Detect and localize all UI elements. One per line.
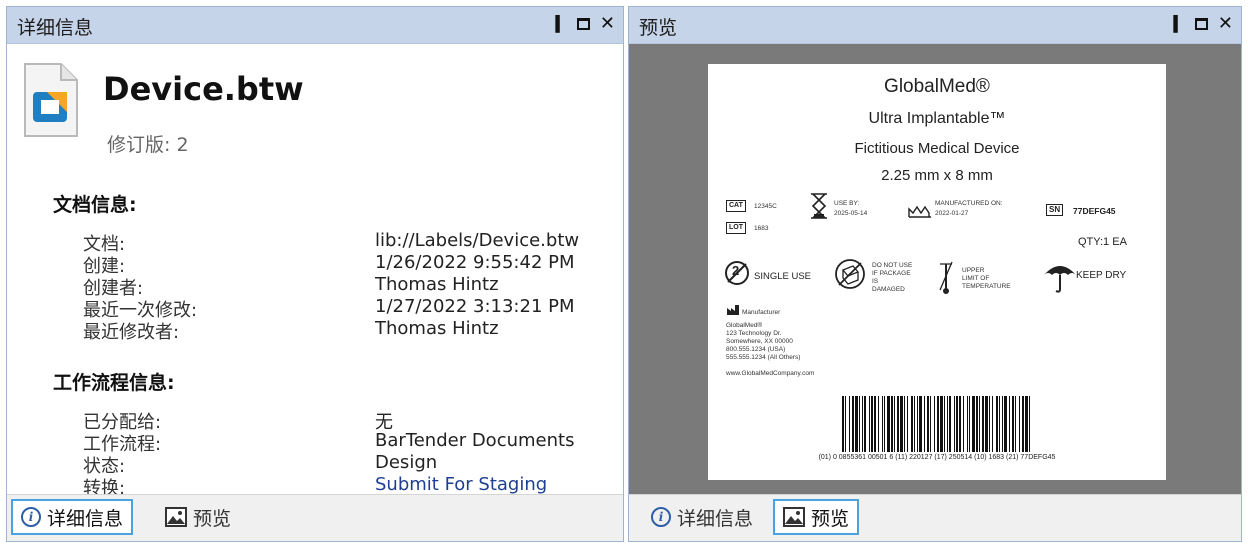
label-brand: GlobalMed® xyxy=(884,76,990,97)
maximize-icon[interactable] xyxy=(576,18,590,30)
temp-line-3: TEMPERATURE xyxy=(962,283,1011,290)
damaged-line-4: DAMAGED xyxy=(872,286,905,293)
do-not-use-damaged-icon xyxy=(835,259,865,289)
umbrella-icon xyxy=(1044,266,1076,293)
address-line: 555.555.1234 (All Others) xyxy=(726,354,801,361)
manufactured-label: MANUFACTURED ON: xyxy=(935,200,1003,207)
tab-details[interactable]: i 详细信息 xyxy=(11,499,134,535)
single-use-text: SINGLE USE xyxy=(754,271,812,282)
submit-for-staging-link[interactable]: Submit For Staging xyxy=(375,474,547,495)
lot-value: 1683 xyxy=(754,225,769,232)
details-tabbar: i 详细信息 预览 xyxy=(7,494,623,541)
barcode xyxy=(842,396,1030,452)
tab-preview[interactable]: 预览 xyxy=(773,499,860,535)
label-product: Ultra Implantable™ xyxy=(868,110,1006,127)
file-name: Device.btw xyxy=(103,70,304,108)
doc-info-value: lib://Labels/Device.btw xyxy=(375,230,580,251)
temp-line-2: LIMIT OF xyxy=(962,275,990,282)
maximize-icon[interactable] xyxy=(1194,18,1208,30)
address-line: www.GlobalMedCompany.com xyxy=(726,370,815,377)
info-icon: i xyxy=(21,507,41,527)
details-window-controls: ▍ ✕ xyxy=(555,13,615,35)
doc-info-title: 文档信息: xyxy=(53,194,137,216)
label-preview: GlobalMed® Ultra Implantable™ Fictitious… xyxy=(708,64,1166,480)
preview-canvas: GlobalMed® Ultra Implantable™ Fictitious… xyxy=(629,44,1241,495)
use-by-label: USE BY: xyxy=(834,200,860,207)
doc-info-value: 1/27/2022 3:13:21 PM xyxy=(375,296,575,317)
preview-icon xyxy=(783,507,805,527)
pin-icon[interactable]: ▍ xyxy=(555,13,567,35)
revision-label: 修订版: 2 xyxy=(107,134,189,156)
preview-panel: 预览 ▍ ✕ GlobalMed® Ultra Implantable™ Fic… xyxy=(628,6,1242,542)
preview-tabbar: i 详细信息 预览 xyxy=(629,494,1241,541)
workflow-value: BarTender Documents xyxy=(375,430,575,451)
label-subtitle: Fictitious Medical Device xyxy=(854,140,1020,157)
manufactured-icon xyxy=(908,205,931,218)
address-line: 800.555.1234 (USA) xyxy=(726,346,786,353)
manufacturer-label: Manufacturer xyxy=(742,309,781,316)
doc-info-row: 最近一次修改: 1/27/2022 3:13:21 PM xyxy=(83,296,603,321)
temp-line-1: UPPER xyxy=(962,267,985,274)
single-use-number: 2 xyxy=(732,263,740,278)
label-size: 2.25 mm x 8 mm xyxy=(881,167,993,184)
doc-info-value: 1/26/2022 9:55:42 PM xyxy=(375,252,575,273)
preview-icon xyxy=(165,507,187,527)
cat-value: 12345C xyxy=(754,203,777,210)
lot-tag: LOT xyxy=(726,222,746,234)
use-by-value: 2025-05-14 xyxy=(834,210,868,217)
sn-tag: SN xyxy=(1046,204,1064,216)
doc-info-row: 创建者: Thomas Hintz xyxy=(83,274,603,299)
address-line: GlobalMed® xyxy=(726,322,763,329)
tab-preview-label: 预览 xyxy=(193,507,232,530)
preview-titlebar: 预览 ▍ ✕ xyxy=(629,7,1241,44)
preview-content: GlobalMed® Ultra Implantable™ Fictitious… xyxy=(629,44,1241,495)
hourglass-icon xyxy=(811,193,827,219)
tab-details-label: 详细信息 xyxy=(47,507,124,530)
pin-icon[interactable]: ▍ xyxy=(1173,13,1185,35)
tab-preview[interactable]: 预览 xyxy=(157,499,239,535)
info-icon: i xyxy=(651,507,671,527)
sn-value: 77DEFG45 xyxy=(1073,206,1116,216)
details-content: Device.btw 修订版: 2 文档信息: 文档: lib://Labels/… xyxy=(7,44,623,499)
doc-info-row: 最近修改者: Thomas Hintz xyxy=(83,318,603,343)
tab-preview-label: 预览 xyxy=(811,507,850,530)
close-icon[interactable]: ✕ xyxy=(1218,13,1233,35)
tab-details[interactable]: i 详细信息 xyxy=(643,499,761,535)
details-title: 详细信息 xyxy=(17,17,94,39)
doc-info-key: 最近修改者: xyxy=(83,322,180,343)
tab-details-label: 详细信息 xyxy=(677,507,754,530)
damaged-line-2: IF PACKAGE xyxy=(872,270,911,277)
damaged-line-1: DO NOT USE xyxy=(872,262,913,269)
doc-info-value: Thomas Hintz xyxy=(375,274,499,295)
doc-info-row: 创建: 1/26/2022 9:55:42 PM xyxy=(83,252,603,277)
workflow-info-title: 工作流程信息: xyxy=(53,372,175,394)
preview-title: 预览 xyxy=(639,17,678,39)
workflow-row: 工作流程: BarTender Documents xyxy=(83,430,603,455)
temperature-limit-icon xyxy=(939,261,953,294)
workflow-row: 已分配给: 无 xyxy=(83,408,603,433)
barcode-text: (01) 0 0855361 00501 6 (11) 220127 (17) … xyxy=(818,454,1056,461)
cat-tag: CAT xyxy=(726,200,746,212)
manufacturer-icon xyxy=(727,305,739,315)
file-icon xyxy=(24,63,78,137)
workflow-row: 状态: Design xyxy=(83,452,603,477)
close-icon[interactable]: ✕ xyxy=(600,13,615,35)
doc-info-row: 文档: lib://Labels/Device.btw xyxy=(83,230,603,255)
details-panel: 详细信息 ▍ ✕ Device.btw 修订版: 2 文档信息: 文档: lib:… xyxy=(6,6,624,542)
qty: QTY:1 EA xyxy=(1078,236,1127,248)
details-titlebar: 详细信息 ▍ ✕ xyxy=(7,7,623,44)
damaged-line-3: IS xyxy=(872,278,879,285)
doc-info-value: Thomas Hintz xyxy=(375,318,499,339)
preview-window-controls: ▍ ✕ xyxy=(1173,13,1233,35)
keep-dry-text: KEEP DRY xyxy=(1076,270,1127,281)
manufactured-value: 2022-01-27 xyxy=(935,210,969,217)
address-line: 123 Technology Dr. xyxy=(726,330,782,337)
address-line: Somewhere, XX 00000 xyxy=(726,338,793,345)
workflow-value: Design xyxy=(375,452,438,473)
